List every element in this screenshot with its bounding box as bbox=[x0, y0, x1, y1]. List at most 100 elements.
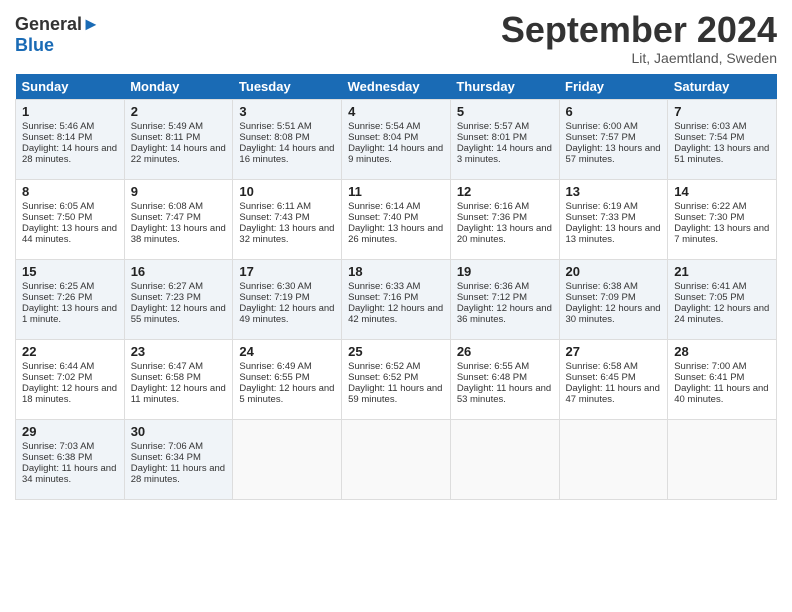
day-info-line: Daylight: 13 hours and 20 minutes. bbox=[457, 223, 553, 245]
day-number: 24 bbox=[239, 344, 335, 359]
day-number: 5 bbox=[457, 104, 553, 119]
calendar-cell: 30Sunrise: 7:06 AMSunset: 6:34 PMDayligh… bbox=[124, 419, 233, 499]
day-info-line: Sunrise: 7:00 AM bbox=[674, 361, 770, 372]
day-header-sunday: Sunday bbox=[16, 74, 125, 100]
day-number: 11 bbox=[348, 184, 444, 199]
calendar-week-1: 1Sunrise: 5:46 AMSunset: 8:14 PMDaylight… bbox=[16, 99, 777, 179]
calendar-table: SundayMondayTuesdayWednesdayThursdayFrid… bbox=[15, 74, 777, 500]
day-info-line: Sunset: 7:47 PM bbox=[131, 212, 227, 223]
day-info-line: Daylight: 11 hours and 40 minutes. bbox=[674, 383, 770, 405]
day-info-line: Sunset: 8:04 PM bbox=[348, 132, 444, 143]
day-info-line: Daylight: 13 hours and 44 minutes. bbox=[22, 223, 118, 245]
day-info-line: Sunrise: 6:36 AM bbox=[457, 281, 553, 292]
day-number: 9 bbox=[131, 184, 227, 199]
calendar-body: 1Sunrise: 5:46 AMSunset: 8:14 PMDaylight… bbox=[16, 99, 777, 499]
day-number: 19 bbox=[457, 264, 553, 279]
calendar-cell: 4Sunrise: 5:54 AMSunset: 8:04 PMDaylight… bbox=[342, 99, 451, 179]
day-number: 23 bbox=[131, 344, 227, 359]
day-info-line: Sunset: 8:14 PM bbox=[22, 132, 118, 143]
day-info-line: Sunset: 7:43 PM bbox=[239, 212, 335, 223]
day-info-line: Sunrise: 6:47 AM bbox=[131, 361, 227, 372]
calendar-cell: 5Sunrise: 5:57 AMSunset: 8:01 PMDaylight… bbox=[450, 99, 559, 179]
day-number: 3 bbox=[239, 104, 335, 119]
day-info-line: Daylight: 12 hours and 5 minutes. bbox=[239, 383, 335, 405]
day-info-line: Sunset: 7:19 PM bbox=[239, 292, 335, 303]
day-info-line: Daylight: 12 hours and 55 minutes. bbox=[131, 303, 227, 325]
calendar-cell: 6Sunrise: 6:00 AMSunset: 7:57 PMDaylight… bbox=[559, 99, 668, 179]
day-info-line: Sunset: 7:40 PM bbox=[348, 212, 444, 223]
day-info-line: Sunrise: 5:46 AM bbox=[22, 121, 118, 132]
calendar-cell: 10Sunrise: 6:11 AMSunset: 7:43 PMDayligh… bbox=[233, 179, 342, 259]
day-number: 2 bbox=[131, 104, 227, 119]
calendar-cell: 20Sunrise: 6:38 AMSunset: 7:09 PMDayligh… bbox=[559, 259, 668, 339]
day-info-line: Sunset: 6:41 PM bbox=[674, 372, 770, 383]
calendar-cell: 12Sunrise: 6:16 AMSunset: 7:36 PMDayligh… bbox=[450, 179, 559, 259]
day-number: 26 bbox=[457, 344, 553, 359]
day-info-line: Sunrise: 5:57 AM bbox=[457, 121, 553, 132]
calendar-week-4: 22Sunrise: 6:44 AMSunset: 7:02 PMDayligh… bbox=[16, 339, 777, 419]
calendar-cell: 11Sunrise: 6:14 AMSunset: 7:40 PMDayligh… bbox=[342, 179, 451, 259]
day-number: 6 bbox=[566, 104, 662, 119]
day-number: 8 bbox=[22, 184, 118, 199]
header: General► Blue September 2024 Lit, Jaemtl… bbox=[15, 10, 777, 66]
day-info-line: Daylight: 12 hours and 49 minutes. bbox=[239, 303, 335, 325]
day-info-line: Daylight: 13 hours and 26 minutes. bbox=[348, 223, 444, 245]
day-info-line: Daylight: 11 hours and 47 minutes. bbox=[566, 383, 662, 405]
day-info-line: Daylight: 12 hours and 18 minutes. bbox=[22, 383, 118, 405]
calendar-cell bbox=[342, 419, 451, 499]
day-info-line: Daylight: 13 hours and 57 minutes. bbox=[566, 143, 662, 165]
day-info-line: Sunset: 6:58 PM bbox=[131, 372, 227, 383]
page-container: General► Blue September 2024 Lit, Jaemtl… bbox=[0, 0, 792, 510]
calendar-cell: 17Sunrise: 6:30 AMSunset: 7:19 PMDayligh… bbox=[233, 259, 342, 339]
day-info-line: Sunrise: 6:03 AM bbox=[674, 121, 770, 132]
calendar-cell bbox=[233, 419, 342, 499]
day-info-line: Daylight: 13 hours and 7 minutes. bbox=[674, 223, 770, 245]
calendar-cell: 28Sunrise: 7:00 AMSunset: 6:41 PMDayligh… bbox=[668, 339, 777, 419]
day-header-wednesday: Wednesday bbox=[342, 74, 451, 100]
day-info-line: Sunset: 7:36 PM bbox=[457, 212, 553, 223]
logo-blue: Blue bbox=[15, 35, 100, 56]
calendar-week-5: 29Sunrise: 7:03 AMSunset: 6:38 PMDayligh… bbox=[16, 419, 777, 499]
month-title: September 2024 bbox=[501, 10, 777, 50]
day-info-line: Sunrise: 6:16 AM bbox=[457, 201, 553, 212]
day-info-line: Sunrise: 6:19 AM bbox=[566, 201, 662, 212]
calendar-cell: 24Sunrise: 6:49 AMSunset: 6:55 PMDayligh… bbox=[233, 339, 342, 419]
day-info-line: Sunset: 7:12 PM bbox=[457, 292, 553, 303]
calendar-header-row: SundayMondayTuesdayWednesdayThursdayFrid… bbox=[16, 74, 777, 100]
day-info-line: Sunrise: 6:00 AM bbox=[566, 121, 662, 132]
day-info-line: Sunrise: 6:38 AM bbox=[566, 281, 662, 292]
day-info-line: Daylight: 12 hours and 30 minutes. bbox=[566, 303, 662, 325]
day-info-line: Sunrise: 5:51 AM bbox=[239, 121, 335, 132]
day-info-line: Sunset: 8:08 PM bbox=[239, 132, 335, 143]
calendar-cell: 29Sunrise: 7:03 AMSunset: 6:38 PMDayligh… bbox=[16, 419, 125, 499]
day-number: 15 bbox=[22, 264, 118, 279]
calendar-cell: 19Sunrise: 6:36 AMSunset: 7:12 PMDayligh… bbox=[450, 259, 559, 339]
day-number: 22 bbox=[22, 344, 118, 359]
day-number: 20 bbox=[566, 264, 662, 279]
day-info-line: Sunrise: 6:52 AM bbox=[348, 361, 444, 372]
day-info-line: Daylight: 13 hours and 13 minutes. bbox=[566, 223, 662, 245]
day-info-line: Sunset: 6:55 PM bbox=[239, 372, 335, 383]
calendar-cell: 25Sunrise: 6:52 AMSunset: 6:52 PMDayligh… bbox=[342, 339, 451, 419]
calendar-cell: 27Sunrise: 6:58 AMSunset: 6:45 PMDayligh… bbox=[559, 339, 668, 419]
day-info-line: Sunset: 7:50 PM bbox=[22, 212, 118, 223]
calendar-cell: 23Sunrise: 6:47 AMSunset: 6:58 PMDayligh… bbox=[124, 339, 233, 419]
day-info-line: Daylight: 11 hours and 53 minutes. bbox=[457, 383, 553, 405]
location: Lit, Jaemtland, Sweden bbox=[501, 50, 777, 66]
logo: General► Blue bbox=[15, 14, 100, 55]
day-info-line: Sunrise: 6:05 AM bbox=[22, 201, 118, 212]
day-info-line: Daylight: 14 hours and 28 minutes. bbox=[22, 143, 118, 165]
day-info-line: Sunset: 7:30 PM bbox=[674, 212, 770, 223]
day-info-line: Sunset: 6:34 PM bbox=[131, 452, 227, 463]
day-info-line: Sunset: 7:54 PM bbox=[674, 132, 770, 143]
calendar-cell: 22Sunrise: 6:44 AMSunset: 7:02 PMDayligh… bbox=[16, 339, 125, 419]
day-info-line: Sunset: 7:26 PM bbox=[22, 292, 118, 303]
day-number: 4 bbox=[348, 104, 444, 119]
calendar-cell: 8 Sunrise: 6:05 AMSunset: 7:50 PMDaylight… bbox=[16, 179, 125, 259]
day-info-line: Daylight: 13 hours and 1 minute. bbox=[22, 303, 118, 325]
day-info-line: Daylight: 12 hours and 24 minutes. bbox=[674, 303, 770, 325]
day-info-line: Daylight: 14 hours and 9 minutes. bbox=[348, 143, 444, 165]
day-number: 25 bbox=[348, 344, 444, 359]
day-header-friday: Friday bbox=[559, 74, 668, 100]
day-number: 13 bbox=[566, 184, 662, 199]
